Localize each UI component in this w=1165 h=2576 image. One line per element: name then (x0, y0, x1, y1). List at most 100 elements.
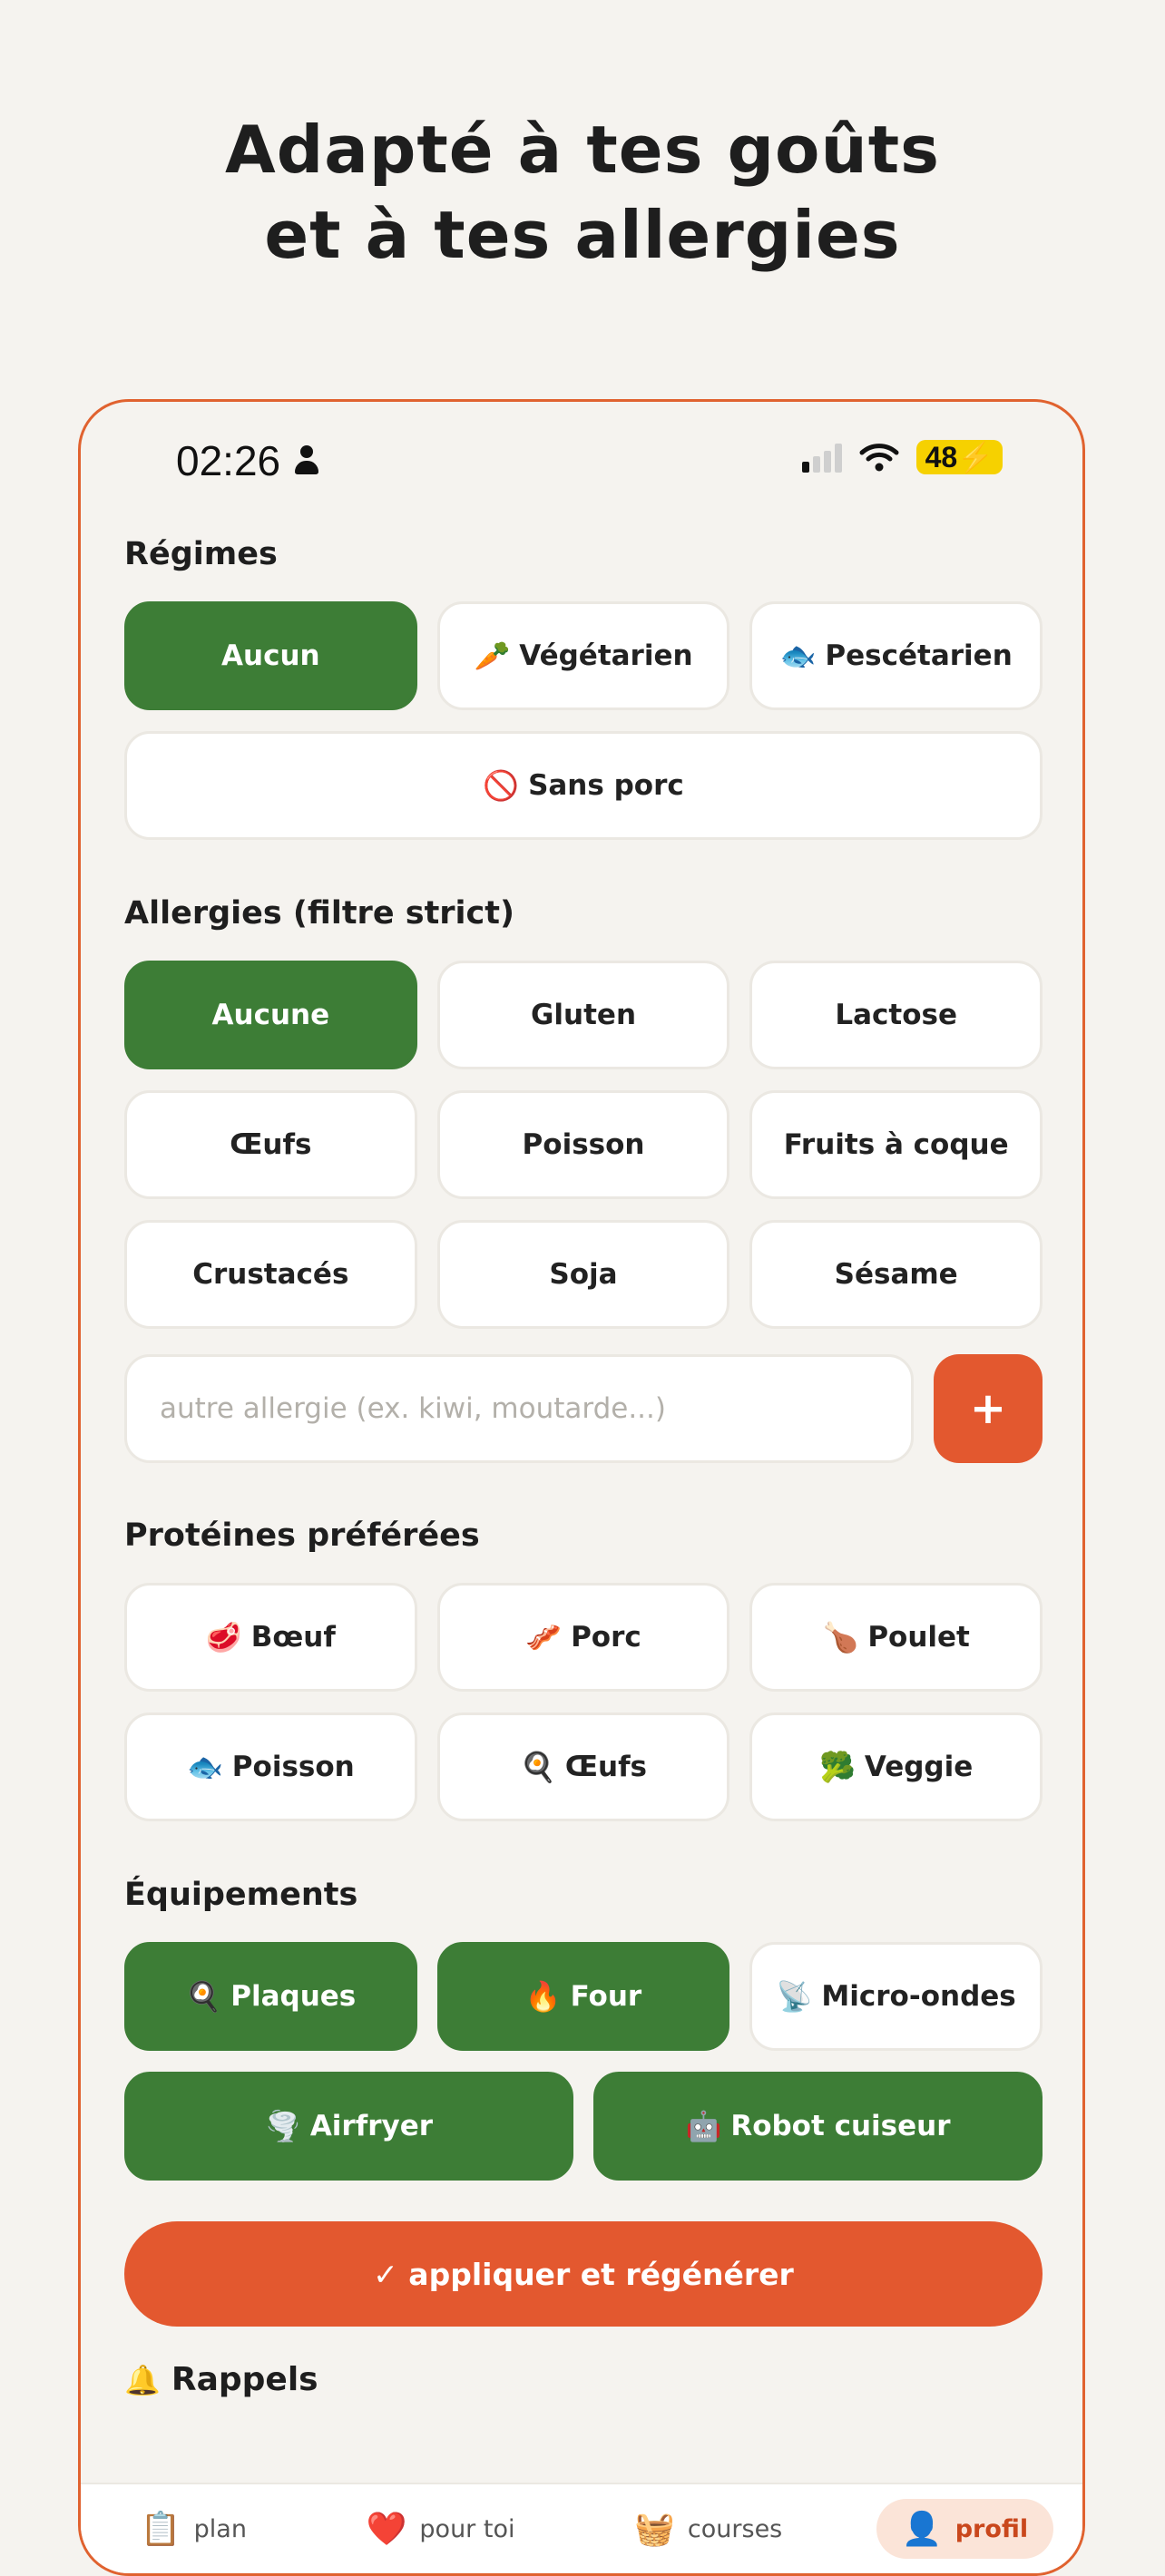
chip-label: Œufs (230, 1128, 312, 1161)
bell-icon: 🔔 (124, 2362, 161, 2397)
status-bar-time: 02:26 (176, 436, 320, 485)
satellite-antenna-icon: 📡 (776, 1979, 813, 2014)
cellular-signal-icon (801, 442, 842, 473)
heart-icon: ❤️ (366, 2511, 407, 2548)
chip-label: Bœuf (250, 1621, 336, 1654)
person-icon (293, 445, 320, 476)
hero-title: Adapté à tes goûts et à tes allergies (0, 107, 1165, 278)
chip-label: Poisson (522, 1128, 645, 1161)
allergies-row-3: Crustacés Soja Sésame (124, 1220, 1043, 1329)
tab-label: pour toi (419, 2514, 515, 2543)
allergies-title: Allergies (filtre strict) (124, 895, 515, 932)
status-bar-indicators: 48⚡ (801, 440, 1003, 474)
chip-label: Fruits à coque (783, 1128, 1009, 1161)
chip-regime-sans-porc[interactable]: 🚫 Sans porc (124, 731, 1043, 840)
chip-label: Sans porc (528, 769, 684, 802)
meat-icon: 🥩 (205, 1620, 242, 1654)
poultry-leg-icon: 🍗 (822, 1620, 859, 1654)
chip-label: Four (570, 1980, 642, 2013)
chip-label: Végétarien (519, 639, 693, 672)
chip-label: Gluten (530, 999, 637, 1031)
regimes-title: Régimes (124, 536, 278, 572)
chip-label: Airfryer (309, 2110, 434, 2142)
chip-label: Soja (549, 1258, 618, 1291)
chip-allergy-gluten[interactable]: Gluten (436, 961, 730, 1069)
chip-equipment-four[interactable]: 🔥 Four (436, 1942, 730, 2051)
chip-equipment-micro-ondes[interactable]: 📡 Micro-ondes (749, 1942, 1043, 2051)
robot-icon: 🤖 (685, 2109, 722, 2143)
equipment-title: Équipements (124, 1877, 358, 1913)
chip-allergy-poisson[interactable]: Poisson (436, 1090, 730, 1199)
equipment-row-1: 🍳 Plaques 🔥 Four 📡 Micro-ondes (124, 1942, 1043, 2051)
chip-protein-porc[interactable]: 🥓 Porc (436, 1583, 730, 1692)
fire-icon: 🔥 (524, 1979, 562, 2014)
allergies-row-1: Aucune Gluten Lactose (124, 961, 1043, 1069)
chip-regime-aucun[interactable]: Aucun (124, 601, 417, 710)
tab-profil[interactable]: 👤 profil (876, 2499, 1054, 2559)
chip-label: Poisson (231, 1751, 355, 1783)
proteins-row-1: 🥩 Bœuf 🥓 Porc 🍗 Poulet (124, 1583, 1043, 1692)
wifi-icon (859, 444, 899, 472)
allergies-row-2: Œufs Poisson Fruits à coque (124, 1090, 1043, 1199)
chip-allergy-sesame[interactable]: Sésame (749, 1220, 1043, 1329)
chip-label: Robot cuiseur (730, 2110, 951, 2142)
chip-allergy-lactose[interactable]: Lactose (749, 961, 1043, 1069)
tab-label: profil (955, 2514, 1029, 2543)
chip-regime-vegetarien[interactable]: 🥕 Végétarien (436, 601, 730, 710)
bottom-tab-bar: 📋 plan ❤️ pour toi 🧺 courses 👤 profil (81, 2483, 1082, 2573)
chip-label: Aucune (211, 999, 330, 1031)
phone-frame: 02:26 48⚡ Régimes Aucun 🥕 Végétarien 🐟 P… (78, 399, 1085, 2576)
bacon-icon: 🥓 (525, 1620, 563, 1654)
clipboard-icon: 📋 (140, 2511, 181, 2548)
hero-title-line-1: Adapté à tes goûts (224, 112, 941, 188)
chip-label: Veggie (864, 1751, 974, 1783)
chip-allergy-oeufs[interactable]: Œufs (124, 1090, 417, 1199)
tab-label: courses (687, 2514, 783, 2543)
regimes-row-1: Aucun 🥕 Végétarien 🐟 Pescétarien (124, 601, 1043, 710)
apply-regenerate-button[interactable]: ✓ appliquer et régénérer (124, 2221, 1043, 2327)
battery-indicator: 48⚡ (915, 440, 1003, 474)
chip-allergy-aucune[interactable]: Aucune (124, 961, 417, 1069)
chip-label: Pescétarien (825, 639, 1013, 672)
chip-label: Œufs (564, 1751, 648, 1783)
chip-equipment-plaques[interactable]: 🍳 Plaques (124, 1942, 417, 2051)
chip-label: Aucun (221, 639, 320, 672)
reminders-header: 🔔 Rappels (124, 2361, 318, 2398)
battery-level: 48 (925, 441, 958, 473)
fish-icon: 🐟 (779, 639, 817, 673)
chip-label: Lactose (835, 999, 957, 1031)
chip-label: Poulet (867, 1621, 970, 1654)
tab-label: plan (193, 2514, 247, 2543)
proteins-row-2: 🐟 Poisson 🍳 Œufs 🥦 Veggie (124, 1712, 1043, 1821)
proteins-title: Protéines préférées (124, 1517, 480, 1554)
tornado-icon: 🌪️ (264, 2109, 301, 2143)
tab-plan[interactable]: 📋 plan (115, 2499, 272, 2559)
chip-allergy-fruits-a-coque[interactable]: Fruits à coque (749, 1090, 1043, 1199)
chip-equipment-robot-cuiseur[interactable]: 🤖 Robot cuiseur (593, 2072, 1043, 2181)
chip-protein-boeuf[interactable]: 🥩 Bœuf (124, 1583, 417, 1692)
hero-title-line-2: et à tes allergies (264, 197, 901, 273)
chip-label: Micro-ondes (821, 1980, 1016, 2013)
chip-allergy-soja[interactable]: Soja (436, 1220, 730, 1329)
chip-equipment-airfryer[interactable]: 🌪️ Airfryer (124, 2072, 573, 2181)
chip-label: Porc (571, 1621, 641, 1654)
tab-pour-toi[interactable]: ❤️ pour toi (341, 2499, 541, 2559)
frying-pan-egg-icon: 🍳 (519, 1750, 556, 1784)
chip-allergy-crustaces[interactable]: Crustacés (124, 1220, 417, 1329)
tab-courses[interactable]: 🧺 courses (609, 2499, 808, 2559)
chip-regime-pescetarien[interactable]: 🐟 Pescétarien (749, 601, 1043, 710)
fish-icon: 🐟 (186, 1750, 223, 1784)
add-allergy-button[interactable]: + (934, 1354, 1043, 1463)
prohibited-icon: 🚫 (483, 768, 520, 803)
carrot-icon: 🥕 (474, 639, 511, 673)
chip-protein-poisson[interactable]: 🐟 Poisson (124, 1712, 417, 1821)
frying-pan-icon: 🍳 (185, 1979, 222, 2014)
custom-allergy-input[interactable] (124, 1354, 914, 1463)
chip-label: Crustacés (192, 1258, 349, 1291)
chip-protein-poulet[interactable]: 🍗 Poulet (749, 1583, 1043, 1692)
equipment-row-2: 🌪️ Airfryer 🤖 Robot cuiseur (124, 2072, 1043, 2181)
broccoli-icon: 🥦 (819, 1750, 856, 1784)
chip-protein-oeufs[interactable]: 🍳 Œufs (436, 1712, 730, 1821)
chip-protein-veggie[interactable]: 🥦 Veggie (749, 1712, 1043, 1821)
custom-allergy-row: + (124, 1354, 1043, 1463)
